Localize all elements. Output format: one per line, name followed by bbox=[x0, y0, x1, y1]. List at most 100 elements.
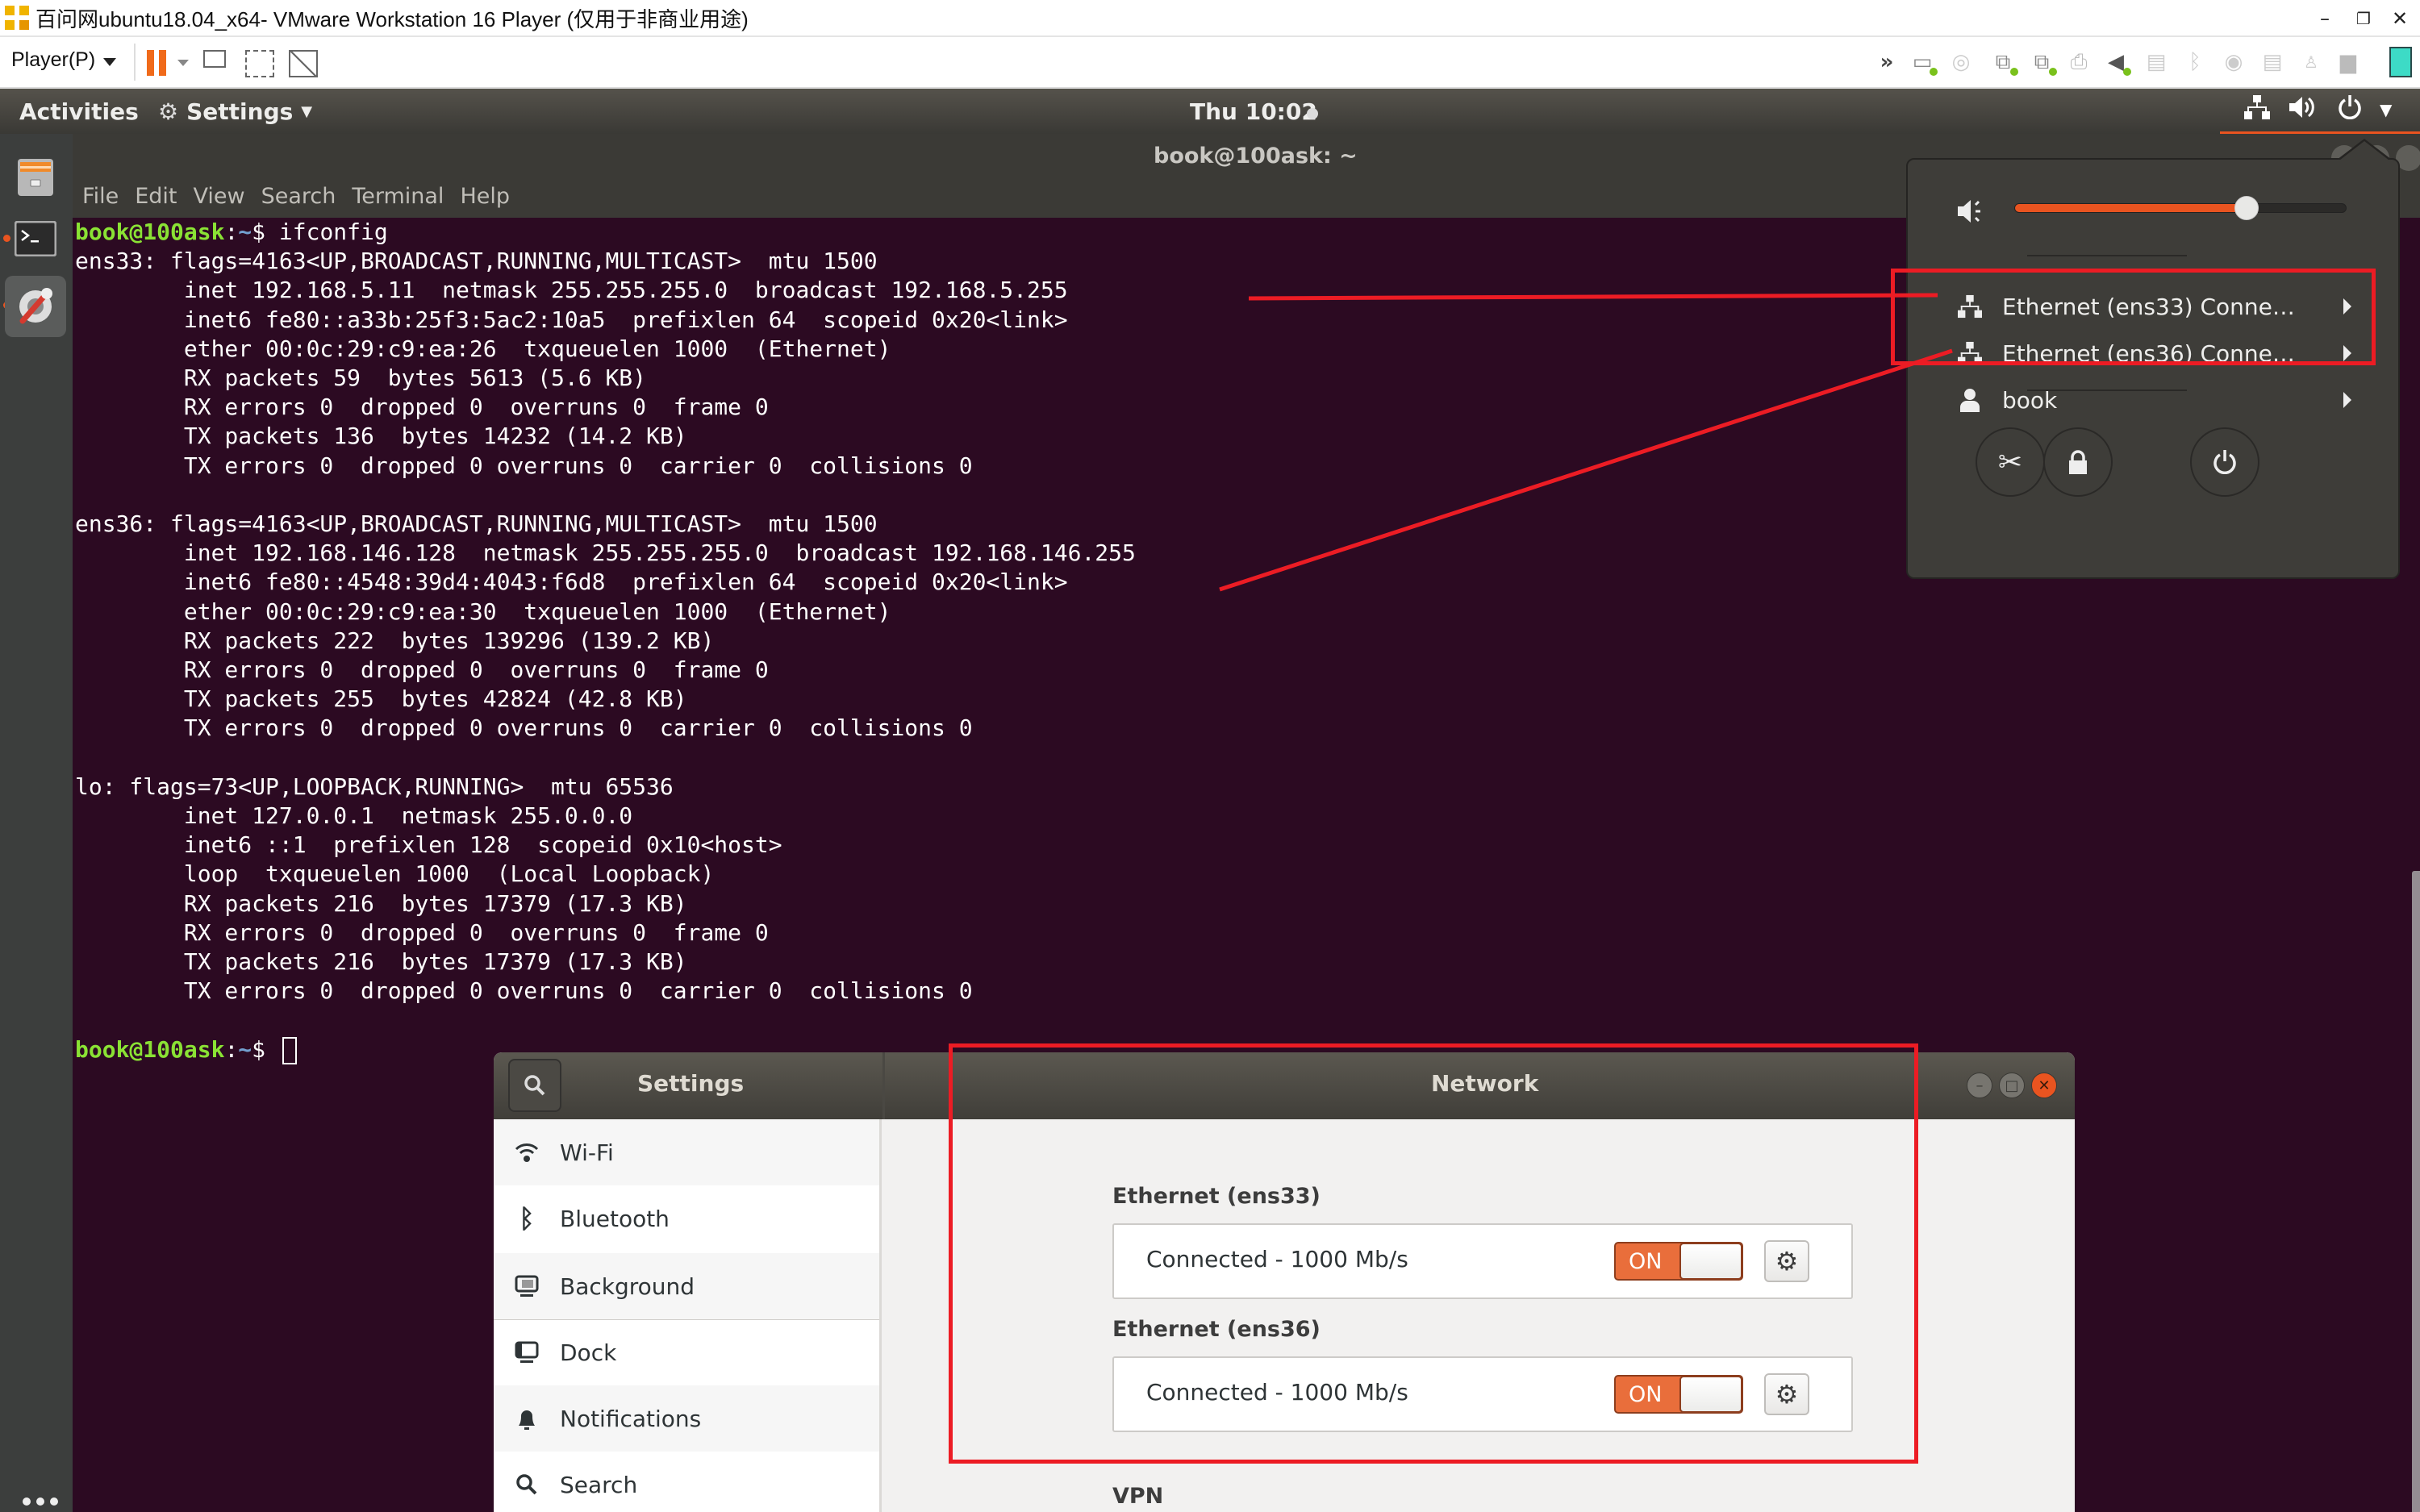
search-icon bbox=[524, 1075, 545, 1096]
settings-sidebar-title: Settings bbox=[637, 1070, 745, 1097]
sidebar-item-search[interactable]: Search bbox=[494, 1452, 879, 1512]
floppy-2-icon[interactable]: ▤ bbox=[2259, 48, 2286, 76]
player-menu-button[interactable]: Player(P) bbox=[11, 48, 95, 72]
menu-search[interactable]: Search bbox=[261, 184, 336, 209]
network-adapter-1-icon[interactable]: ⧉ bbox=[1989, 48, 2018, 76]
sidebar-item-dock[interactable]: Dock bbox=[494, 1319, 879, 1385]
volume-low-icon bbox=[1958, 200, 1980, 223]
fit-guest-icon[interactable] bbox=[245, 50, 274, 77]
search-icon bbox=[513, 1471, 540, 1498]
settings-search-button[interactable] bbox=[508, 1059, 561, 1112]
volume-icon[interactable] bbox=[2289, 95, 2317, 126]
settings-close-button[interactable]: ✕ bbox=[2031, 1073, 2057, 1098]
settings-tools-button[interactable]: ✂ bbox=[1976, 427, 2045, 497]
volume-slider-fill bbox=[2015, 204, 2247, 212]
prompt-user: book@100ask bbox=[75, 1035, 225, 1063]
system-menu-popup: Ethernet (ens33) Conne… Ethernet (ens36)… bbox=[1906, 139, 2400, 579]
terminal-scrollbar[interactable] bbox=[2412, 871, 2420, 1512]
terminal-line: TX errors 0 dropped 0 overruns 0 carrier… bbox=[75, 714, 973, 742]
vmware-window-title: 百问网ubuntu18.04_x64- VMware Workstation 1… bbox=[35, 6, 749, 31]
terminal-line: lo: flags=73<UP,LOOPBACK,RUNNING> mtu 65… bbox=[75, 773, 674, 800]
more-icon[interactable]: » bbox=[1873, 48, 1901, 76]
show-applications-button[interactable] bbox=[23, 1497, 58, 1506]
menu-help[interactable]: Help bbox=[460, 184, 510, 209]
menu-file[interactable]: File bbox=[82, 184, 119, 209]
command-text: ifconfig bbox=[278, 219, 388, 245]
chevron-down-icon: ▼ bbox=[301, 103, 313, 120]
dock-item-files[interactable] bbox=[5, 147, 66, 208]
player-menu-dropdown-icon[interactable] bbox=[103, 58, 116, 66]
section-title-vpn: VPN bbox=[1112, 1484, 1164, 1509]
lock-button[interactable] bbox=[2043, 427, 2113, 497]
settings-app-icon: ⚙ bbox=[158, 98, 179, 125]
unity-mode-icon[interactable] bbox=[289, 50, 318, 77]
user-icon bbox=[1960, 389, 1980, 412]
power-icon[interactable] bbox=[2338, 95, 2362, 126]
sidebar-item-bluetooth[interactable]: ᛒ Bluetooth bbox=[494, 1185, 879, 1252]
send-ctrl-alt-del-icon[interactable] bbox=[203, 50, 226, 68]
text-cursor bbox=[282, 1036, 297, 1064]
vmware-title-bar: 百问网ubuntu18.04_x64- VMware Workstation 1… bbox=[0, 0, 2420, 37]
toolbar-divider bbox=[134, 44, 136, 81]
activities-button[interactable]: Activities bbox=[19, 98, 139, 125]
settings-maximize-button[interactable]: □ bbox=[1999, 1073, 2025, 1098]
power-icon bbox=[2213, 450, 2236, 474]
terminal-line: inet6 ::1 prefixlen 128 scopeid 0x10<hos… bbox=[75, 831, 782, 859]
volume-slider-knob[interactable] bbox=[2234, 196, 2259, 220]
terminal-line: RX errors 0 dropped 0 overruns 0 frame 0 bbox=[75, 656, 769, 684]
sidebar-item-background[interactable]: Background bbox=[494, 1253, 879, 1319]
floppy-icon[interactable]: ▤ bbox=[2143, 48, 2170, 76]
terminal-menubar: File Edit View Search Terminal Help bbox=[82, 184, 510, 209]
audio-input-icon[interactable]: ♙ bbox=[2297, 48, 2325, 76]
cd-dvd-icon[interactable]: ◎ bbox=[1947, 48, 1975, 76]
network-wired-icon[interactable] bbox=[2244, 95, 2270, 126]
prompt-symbol: $ bbox=[252, 1035, 279, 1063]
sidebar-item-notifications[interactable]: Notifications bbox=[494, 1385, 879, 1452]
terminal-icon bbox=[15, 221, 56, 256]
terminal-line: loop txqueuelen 1000 (Local Loopback) bbox=[75, 860, 715, 888]
sidebar-item-wifi[interactable]: Wi-Fi bbox=[494, 1119, 879, 1185]
menu-terminal[interactable]: Terminal bbox=[352, 184, 444, 209]
menu-view[interactable]: View bbox=[193, 184, 244, 209]
chevron-right-icon bbox=[2343, 392, 2351, 408]
lock-icon bbox=[2069, 450, 2087, 474]
prompt-path: ~ bbox=[238, 219, 252, 245]
system-menu-chevron-icon[interactable]: ▼ bbox=[2380, 100, 2392, 119]
dock-item-terminal[interactable] bbox=[5, 208, 66, 269]
settings-icon bbox=[19, 288, 52, 324]
menu-edit[interactable]: Edit bbox=[135, 184, 177, 209]
pause-dropdown-icon[interactable] bbox=[177, 60, 189, 66]
bluetooth-icon[interactable]: ᛒ bbox=[2181, 48, 2209, 76]
dock-item-settings[interactable] bbox=[5, 276, 66, 337]
clock-button[interactable]: Thu 10:02 bbox=[1190, 98, 1317, 125]
terminal-line: inet 127.0.0.1 netmask 255.0.0.0 bbox=[75, 802, 633, 830]
menu-item-user-book[interactable]: book bbox=[1908, 377, 2398, 423]
hard-disk-icon[interactable]: ▭ bbox=[1909, 48, 1938, 76]
popup-arrow bbox=[2337, 139, 2392, 160]
usb-icon[interactable]: ▆ bbox=[2334, 48, 2362, 76]
annotation-box-network-panel bbox=[949, 1043, 1918, 1464]
prompt-symbol: $ bbox=[252, 219, 279, 245]
camera-icon[interactable]: ◉ bbox=[2220, 48, 2247, 76]
background-icon bbox=[513, 1272, 540, 1300]
menu-separator bbox=[2027, 389, 2187, 391]
volume-slider[interactable] bbox=[2014, 196, 2347, 220]
sidebar-item-label: Wi-Fi bbox=[560, 1139, 614, 1166]
power-off-button[interactable] bbox=[2190, 427, 2259, 497]
header-divider bbox=[882, 1052, 885, 1119]
vmware-logo-icon bbox=[5, 6, 29, 30]
settings-minimize-button[interactable]: – bbox=[1967, 1073, 1992, 1098]
message-log-icon[interactable] bbox=[2389, 47, 2412, 77]
sound-card-icon[interactable]: ◀ bbox=[2102, 48, 2131, 76]
app-menu-button[interactable]: ⚙ Settings ▼ bbox=[158, 98, 312, 125]
printer-icon[interactable]: ⎙ bbox=[2065, 48, 2092, 76]
wifi-icon bbox=[513, 1139, 540, 1166]
sidebar-item-label: Search bbox=[560, 1471, 638, 1498]
annotation-box-menu-ethernet bbox=[1891, 269, 2376, 365]
network-adapter-2-icon[interactable]: ⧉ bbox=[2028, 48, 2057, 76]
pause-icon[interactable] bbox=[147, 50, 168, 76]
close-button[interactable]: ✕ bbox=[2376, 3, 2420, 34]
sidebar-item-label: Bluetooth bbox=[560, 1205, 670, 1232]
dock-icon bbox=[513, 1339, 540, 1366]
